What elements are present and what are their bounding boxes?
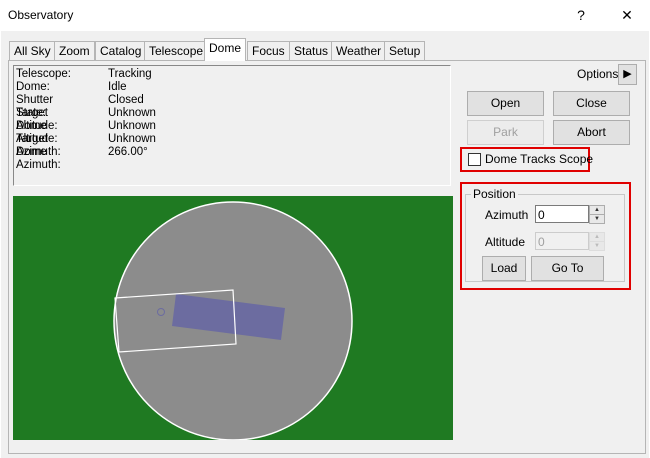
title-bar: Observatory ? ✕ <box>0 0 650 31</box>
window-title: Observatory <box>8 8 74 22</box>
tab-dome[interactable]: Dome <box>204 38 247 61</box>
tab-catalog[interactable]: Catalog <box>95 41 147 60</box>
open-shutter-button[interactable]: Open <box>467 91 544 116</box>
dome-tab-page: Telescope: Tracking Dome: Idle Shutter Sta… <box>8 60 646 454</box>
tab-weather[interactable]: Weather <box>331 41 387 60</box>
azimuth-label: Azimuth <box>485 208 529 222</box>
options-label: Options <box>577 67 619 81</box>
close-button[interactable]: ✕ <box>604 0 650 31</box>
abort-button[interactable]: Abort <box>553 120 630 145</box>
altitude-spin-down[interactable]: ▼ <box>589 241 605 251</box>
dome-status-panel: Telescope: Tracking Dome: Idle Shutter Sta… <box>13 65 451 186</box>
tab-all-sky[interactable]: All Sky <box>9 41 56 60</box>
options-arrow-button[interactable]: ▶ <box>618 64 637 85</box>
altitude-label: Altitude <box>485 235 526 249</box>
client-area: All Sky Zoom Catalog Telescope Dome Focu… <box>1 31 649 458</box>
dome-tracks-label: Dome Tracks Scope <box>485 152 594 166</box>
load-button[interactable]: Load <box>482 256 526 281</box>
park-button[interactable]: Park <box>467 120 544 145</box>
position-group-label: Position <box>471 187 518 201</box>
tab-zoom[interactable]: Zoom <box>54 41 95 60</box>
close-shutter-button[interactable]: Close <box>553 91 630 116</box>
tab-focus[interactable]: Focus <box>247 41 290 60</box>
altitude-input[interactable]: 0 <box>535 232 589 250</box>
dome-view-graphic <box>13 196 453 441</box>
dome-view-canvas[interactable] <box>13 196 453 441</box>
tab-telescope[interactable]: Telescope <box>144 41 209 60</box>
tab-setup[interactable]: Setup <box>384 41 426 60</box>
dome-tracks-checkbox[interactable] <box>468 153 481 166</box>
azimuth-input[interactable]: 0 <box>535 205 589 223</box>
tab-status[interactable]: Status <box>289 41 334 60</box>
help-button[interactable]: ? <box>558 0 604 31</box>
azimuth-spin-down[interactable]: ▼ <box>589 214 605 224</box>
goto-button[interactable]: Go To <box>531 256 604 281</box>
